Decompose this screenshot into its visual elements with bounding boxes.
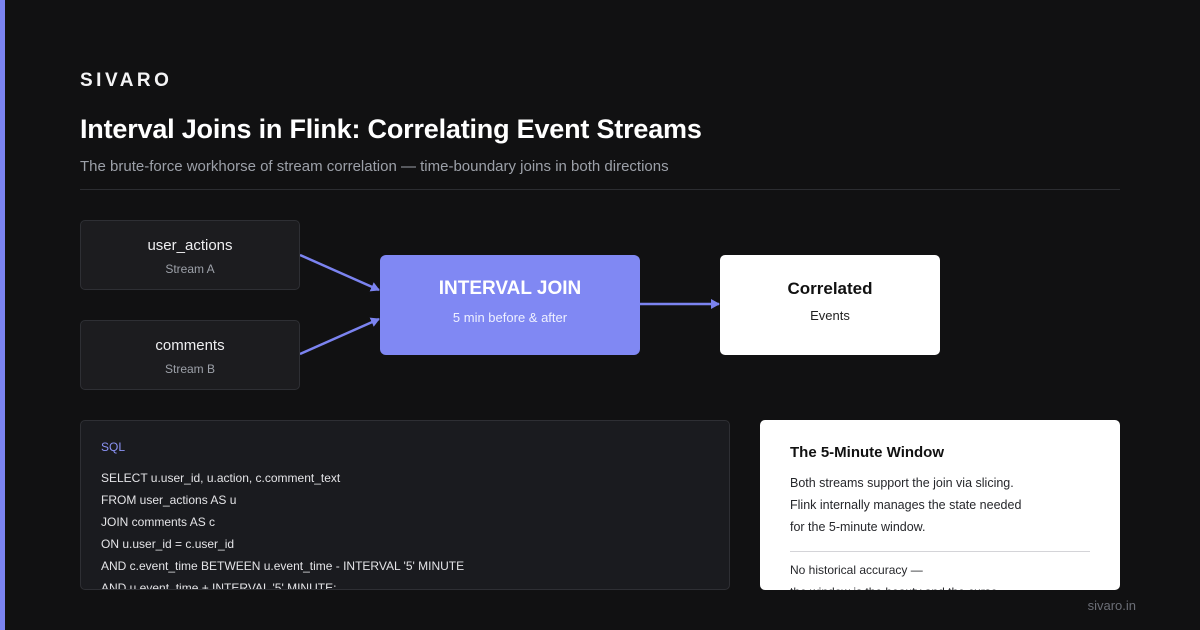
note-divider <box>790 551 1090 552</box>
output-title: Correlated <box>787 279 873 298</box>
sql-code-block: SQL SELECT u.user_id, u.action, c.commen… <box>80 420 730 590</box>
stream-a-name: user_actions <box>147 237 233 254</box>
note-title: The 5-Minute Window <box>790 444 945 461</box>
note-footer-line: the window is the beauty and the curse. <box>790 581 1001 590</box>
note-line: Both streams support the join via slicin… <box>790 476 1014 490</box>
interval-join-node: INTERVAL JOIN 5 min before & after <box>380 255 640 355</box>
note-line: Flink internally manages the state neede… <box>790 498 1022 512</box>
arrow-stream-a-to-join <box>299 253 380 292</box>
note-line: for the 5-minute window. <box>790 520 926 534</box>
stream-a-node: user_actions Stream A <box>80 220 300 290</box>
code-line: FROM user_actions AS u <box>101 493 237 507</box>
note-body: Both streams support the join via slicin… <box>790 472 1021 538</box>
code-line: SELECT u.user_id, u.action, c.comment_te… <box>101 471 341 485</box>
output-subtitle: Events <box>810 308 850 323</box>
stream-b-name: comments <box>155 337 225 354</box>
code-lines: SELECT u.user_id, u.action, c.comment_te… <box>101 467 465 590</box>
note-footer: No historical accuracy — the window is t… <box>790 559 1001 590</box>
stream-b-node: comments Stream B <box>80 320 300 390</box>
code-line: AND c.event_time BETWEEN u.event_time - … <box>101 559 465 573</box>
arrow-stream-b-to-join <box>299 317 380 356</box>
stream-b-tag: Stream B <box>164 362 215 376</box>
stream-a-tag: Stream A <box>165 262 215 276</box>
footer-site-link[interactable]: sivaro.in <box>1088 598 1136 613</box>
code-line: ON u.user_id = c.user_id <box>101 537 235 551</box>
code-line: JOIN comments AS c <box>101 515 216 529</box>
code-language-label: SQL <box>101 440 126 454</box>
join-title: INTERVAL JOIN <box>438 278 582 299</box>
correlated-events-node: Correlated Events <box>720 255 940 355</box>
join-subtitle: 5 min before & after <box>452 310 568 325</box>
window-note-card: The 5-Minute Window Both streams support… <box>760 420 1120 590</box>
code-line: AND u.event_time + INTERVAL '5' MINUTE; <box>101 581 337 590</box>
note-footer-line: No historical accuracy — <box>790 563 923 577</box>
